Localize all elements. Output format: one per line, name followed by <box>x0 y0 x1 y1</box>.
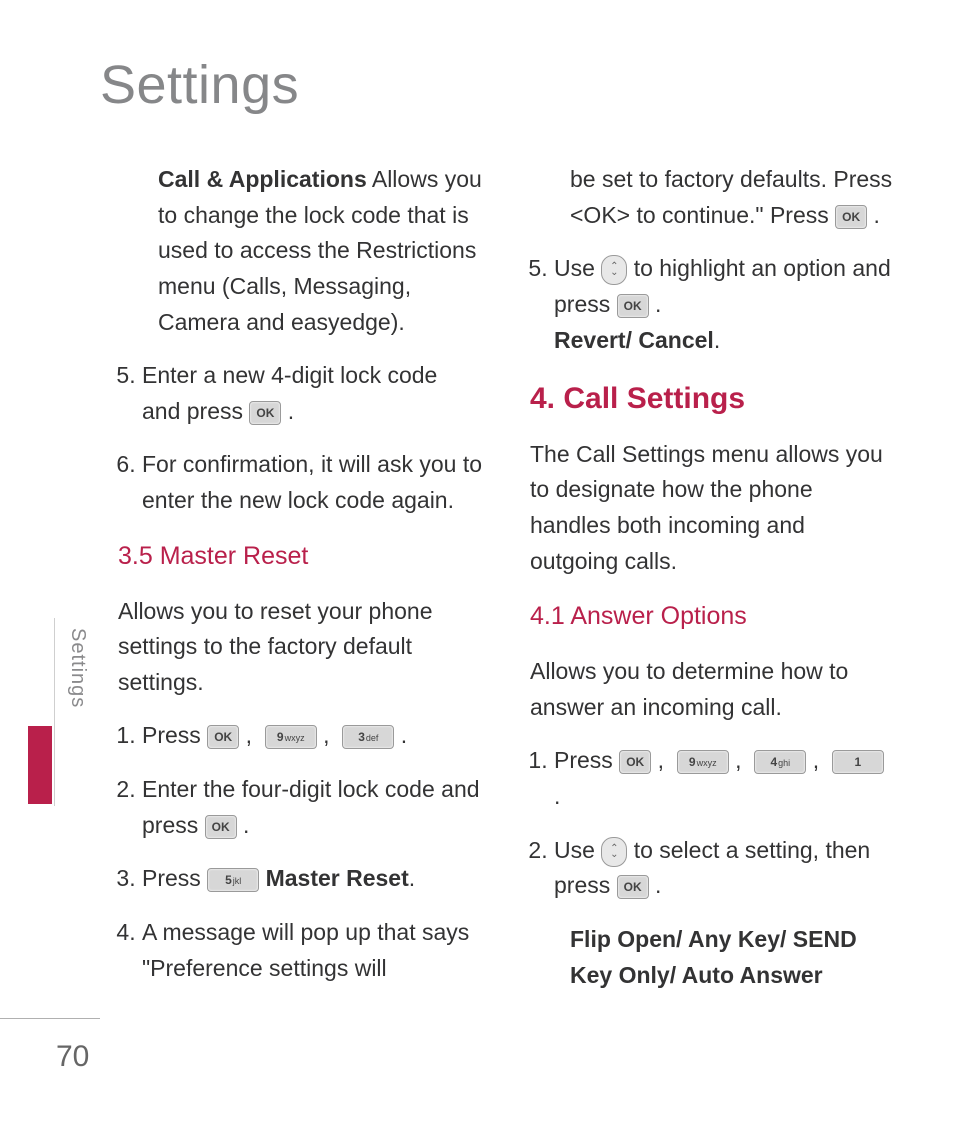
side-tab-label: Settings <box>66 618 89 718</box>
ao-step-2: Use to select a setting, then press OK . <box>554 833 894 904</box>
mr-step-5-text-a: Use <box>554 255 601 281</box>
mr-step-1-text: Press <box>142 722 207 748</box>
section-4-body: The Call Settings menu allows you to des… <box>530 437 894 580</box>
footer-rule <box>0 1018 100 1019</box>
call-apps-label: Call & Applications <box>158 166 367 192</box>
section-4-1-body: Allows you to determine how to answer an… <box>530 654 894 725</box>
ok-key-icon: OK <box>617 294 649 318</box>
mr-step-3-label: Master Reset <box>266 865 409 891</box>
key-1-icon: 1 <box>832 750 884 774</box>
ok-key-icon: OK <box>205 815 237 839</box>
section-3-5-heading: 3.5 Master Reset <box>118 537 482 576</box>
ao-step-2-text-a: Use <box>554 837 601 863</box>
mr-step-5-options: Revert/ Cancel <box>554 327 714 353</box>
key-3-icon: 3def <box>342 725 394 749</box>
page-number: 70 <box>56 1040 89 1074</box>
side-tab-marker <box>28 726 52 804</box>
section-4-heading: 4. Call Settings <box>530 376 894 423</box>
side-tab: Settings <box>28 618 100 806</box>
section-4-1-heading: 4.1 Answer Options <box>530 597 894 636</box>
lock-step-5-text: Enter a new 4-digit lock code and press <box>142 362 437 424</box>
key-5-icon: 5jkl <box>207 868 259 892</box>
side-tab-rule <box>54 618 55 806</box>
mr-step-1: Press OK , 9wxyz , 3def . <box>142 718 482 754</box>
ok-key-icon: OK <box>835 205 867 229</box>
left-column: Call & Applications Allows you to change… <box>118 162 482 1075</box>
ok-key-icon: OK <box>617 875 649 899</box>
answer-options-values: Flip Open/ Any Key/ SEND Key Only/ Auto … <box>570 926 857 988</box>
ao-step-1-text: Press <box>554 747 619 773</box>
right-column: be set to factory defaults. Press <OK> t… <box>530 162 894 1075</box>
section-3-5-body: Allows you to reset your phone settings … <box>118 594 482 701</box>
lock-code-steps: Enter a new 4-digit lock code and press … <box>118 358 482 519</box>
mr-step-2: Enter the four-digit lock code and press… <box>142 772 482 843</box>
mr-step-2-text: Enter the four-digit lock code and press <box>142 776 480 838</box>
key-9-icon: 9wxyz <box>265 725 317 749</box>
ok-key-icon: OK <box>249 401 281 425</box>
mr-step-5: Use to highlight an option and press OK … <box>554 251 894 358</box>
master-reset-steps-cont: Use to highlight an option and press OK … <box>530 251 894 358</box>
call-apps-paragraph: Call & Applications Allows you to change… <box>118 162 482 340</box>
key-4-icon: 4ghi <box>754 750 806 774</box>
answer-options-list: Flip Open/ Any Key/ SEND Key Only/ Auto … <box>530 922 894 993</box>
ao-step-1: Press OK , 9wxyz , 4ghi , 1 . <box>554 743 894 814</box>
ok-key-icon: OK <box>207 725 239 749</box>
content-columns: Call & Applications Allows you to change… <box>118 162 894 1075</box>
mr-step-4-text: A message will pop up that says "Prefere… <box>142 919 469 981</box>
lock-step-5: Enter a new 4-digit lock code and press … <box>142 358 482 429</box>
nav-key-icon <box>601 837 627 867</box>
mr-step-3-text: Press <box>142 865 207 891</box>
mr-step-4: A message will pop up that says "Prefere… <box>142 915 482 986</box>
mr-step-3: Press 5jkl Master Reset. <box>142 861 482 897</box>
answer-options-steps: Press OK , 9wxyz , 4ghi , 1 . Use to sel… <box>530 743 894 904</box>
page-title: Settings <box>100 54 299 116</box>
master-reset-steps: Press OK , 9wxyz , 3def . Enter the four… <box>118 718 482 986</box>
mr-step-4-continued: be set to factory defaults. Press <OK> t… <box>530 162 894 233</box>
lock-step-6-text: For confirmation, it will ask you to ent… <box>142 451 482 513</box>
nav-key-icon <box>601 255 627 285</box>
ok-key-icon: OK <box>619 750 651 774</box>
key-9-icon: 9wxyz <box>677 750 729 774</box>
manual-page: Settings Settings Call & Applications Al… <box>0 0 954 1145</box>
lock-step-6: For confirmation, it will ask you to ent… <box>142 447 482 518</box>
